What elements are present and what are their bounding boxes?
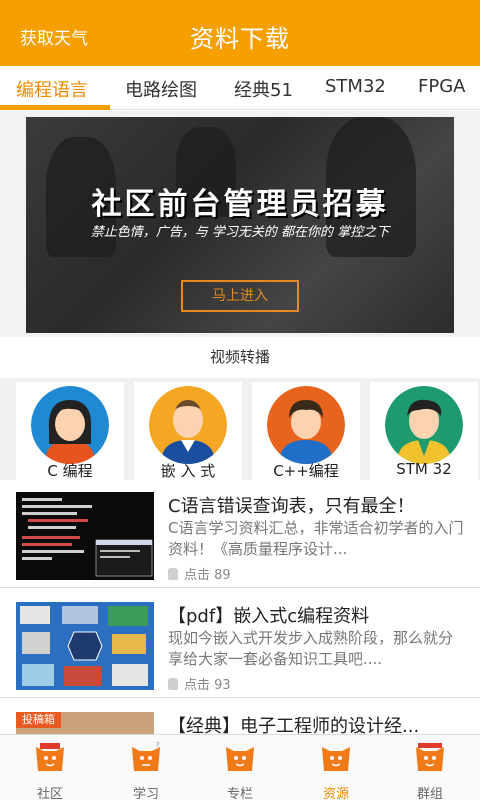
code-screenshot-thumbnail [16,492,154,580]
svg-text:?: ? [156,741,160,749]
category-c-programming[interactable]: C 编程 [16,382,124,480]
article-description: 现如今嵌入式开发步入成熟阶段，那么就分享给大家一套必备知识工具吧.... [168,629,454,668]
nav-column[interactable]: 专栏 [192,739,288,800]
category-cpp-programming[interactable]: C++编程 [252,382,360,480]
category-label: STM 32 [396,460,452,478]
category-label: C++编程 [273,462,339,480]
resource-mascot-icon [322,747,350,771]
category-tabs: 编程语言 电路绘图 经典51 STM32 FPGA [0,66,480,110]
banner-subtitle: 禁止色情，广告，与 学习无关的 都在你的 掌控之下 [90,225,390,240]
group-mascot-icon [416,743,444,771]
list-item[interactable]: 【pdf】嵌入式c编程资料 现如今嵌入式开发步入成熟阶段，那么就分享给大家一套必… [0,590,480,698]
arm-embedded-diagram-thumbnail [16,602,154,690]
article-description: C语言学习资料汇总，非常适合初学者的入门资料！《高质量程序设计... [168,519,464,558]
submission-tag: 投稿箱 [16,712,61,728]
nav-label: 资源 [322,787,349,800]
enter-now-button[interactable]: 马上进入 [181,280,299,312]
man-avatar-icon [385,386,463,464]
article-title: 【pdf】嵌入式c编程资料 [168,606,370,627]
girl-avatar-icon [31,386,109,464]
column-mascot-icon [226,747,254,771]
hand-pointer-icon [168,568,178,580]
recruit-banner[interactable]: 社区前台管理员招募 禁止色情，广告，与 学习无关的 都在你的 掌控之下 马上进入 [26,117,454,333]
nav-groups[interactable]: 群组 [382,739,478,800]
tab-fpga[interactable]: FPGA [418,76,465,97]
active-tab-indicator [0,105,110,110]
banner-carousel[interactable]: 社区前台管理员招募 禁止色情，广告，与 学习无关的 都在你的 掌控之下 马上进入 [0,111,480,337]
click-count: 点击 93 [168,674,231,693]
hand-pointer-icon [168,678,178,690]
tab-circuit-drawing[interactable]: 电路绘图 [125,76,197,102]
page-title: 资料下载 [190,25,290,53]
nav-label: 专栏 [226,787,253,800]
bottom-navigation: 社区 ? 学习 专栏 资源 群组 [0,734,480,800]
video-section-title: 视频转播 [209,348,270,366]
community-mascot-icon [36,743,64,771]
tab-classic-51[interactable]: 经典51 [234,76,293,102]
click-count: 点击 89 [168,564,231,583]
category-label: 嵌 入 式 [160,462,216,480]
nav-label: 群组 [416,787,443,800]
video-categories: C 编程 嵌 入 式 C++编程 STM 32 [0,378,480,480]
tab-stm32[interactable]: STM32 [325,76,386,97]
category-embedded[interactable]: 嵌 入 式 [134,382,242,480]
app-header: 获取天气 资料下载 [0,0,480,66]
nav-resources[interactable]: 资源 [288,739,384,800]
nav-study[interactable]: ? 学习 [98,739,194,800]
boy-avatar-icon [267,386,345,464]
list-item[interactable]: C语言错误查询表，只有最全！ C语言学习资料汇总，非常适合初学者的入门资料！《高… [0,480,480,588]
tab-programming[interactable]: 编程语言 [16,76,88,102]
category-label: C 编程 [47,462,93,480]
article-title: C语言错误查询表，只有最全！ [168,496,415,517]
nav-label: 社区 [36,787,63,800]
banner-heading: 社区前台管理员招募 [91,187,389,222]
study-mascot-icon: ? [132,741,160,771]
category-stm32[interactable]: STM 32 [370,382,478,480]
bald-man-avatar-icon [149,386,227,464]
nav-label: 学习 [132,787,159,800]
nav-community[interactable]: 社区 [2,739,98,800]
